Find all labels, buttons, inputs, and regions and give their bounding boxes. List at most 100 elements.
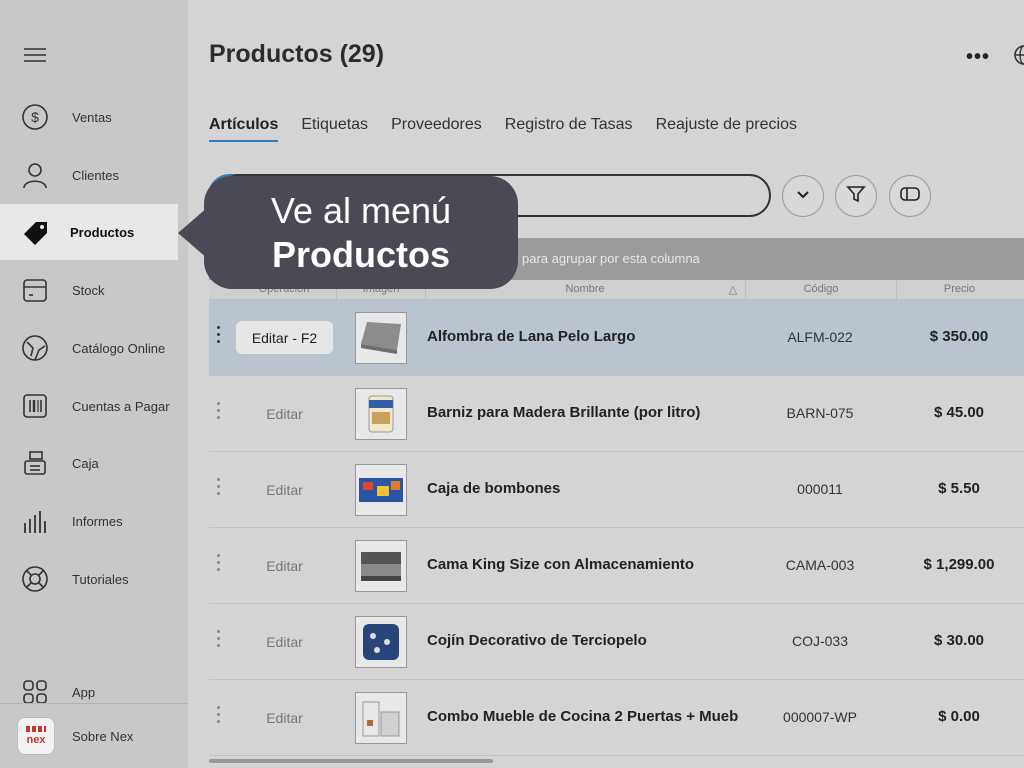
callout-line-1: Ve al menú	[270, 190, 452, 231]
product-price: $ 30.00	[933, 632, 985, 649]
chevron-down-icon	[795, 186, 811, 207]
svg-text:$: $	[31, 109, 39, 125]
cash-register-icon	[20, 448, 50, 478]
hamburger-menu-icon[interactable]	[24, 48, 46, 64]
table-row[interactable]: Editar Cojín Decorativo de Terciopelo CO…	[209, 604, 1024, 680]
nex-logo[interactable]: nex	[17, 717, 55, 755]
sidebar-item-label: Clientes	[72, 167, 119, 183]
edit-button[interactable]: Editar	[236, 397, 333, 430]
product-code: ALFM-022	[787, 329, 853, 345]
table-row[interactable]: Editar Cama King Size con Almacenamiento…	[209, 528, 1024, 604]
product-thumbnail	[355, 692, 407, 744]
table-row[interactable]: Editar - F2 Alfombra de Lana Pelo Largo …	[209, 300, 1024, 376]
product-thumbnail	[355, 388, 407, 440]
product-thumbnail	[355, 540, 407, 592]
edit-button[interactable]: Editar	[236, 473, 333, 506]
product-price: $ 350.00	[929, 328, 989, 345]
group-bar-text: para agrupar por esta columna	[522, 251, 700, 266]
globe-icon[interactable]	[1013, 44, 1024, 66]
product-thumbnail	[355, 616, 407, 668]
more-options-icon[interactable]: •••	[966, 46, 990, 69]
nex-logo-text: nex	[26, 734, 46, 746]
sidebar-item-catalogo-online[interactable]: Catálogo Online	[0, 320, 188, 376]
row-menu-icon[interactable]	[217, 326, 221, 347]
barcode-icon	[20, 391, 50, 421]
edit-button[interactable]: Editar	[236, 549, 333, 582]
main-content: Productos (29) ••• Artículos Etiquetas P…	[188, 0, 1024, 768]
table-row[interactable]: Editar Combo Mueble de Cocina 2 Puertas …	[209, 680, 1024, 756]
tag-icon	[20, 217, 50, 247]
filter-button[interactable]	[835, 175, 877, 217]
product-price: $ 1,299.00	[923, 556, 995, 573]
product-code: CAMA-003	[785, 557, 855, 573]
bar-chart-icon	[20, 506, 50, 536]
sidebar-item-label: Cuentas a Pagar	[72, 398, 170, 414]
user-icon	[20, 160, 50, 190]
sidebar-item-cuentas-a-pagar[interactable]: Cuentas a Pagar	[0, 378, 188, 434]
sidebar-panel-icon	[899, 185, 921, 208]
product-thumbnail	[355, 464, 407, 516]
product-price: $ 45.00	[933, 404, 985, 421]
expand-dropdown-button[interactable]	[782, 175, 824, 217]
product-name: Alfombra de Lana Pelo Largo	[427, 328, 636, 345]
row-menu-icon[interactable]	[217, 630, 221, 651]
tab-bar: Artículos Etiquetas Proveedores Registro…	[209, 116, 820, 142]
product-name: Caja de bombones	[427, 480, 561, 497]
sidebar-item-caja[interactable]: Caja	[0, 435, 188, 491]
box-icon	[20, 275, 50, 305]
callout-line-2: Productos	[271, 234, 450, 275]
sidebar-item-label: Informes	[72, 513, 123, 529]
globe-leaf-icon	[20, 333, 50, 363]
tab-articulos[interactable]: Artículos	[209, 116, 279, 142]
tab-etiquetas[interactable]: Etiquetas	[301, 116, 368, 142]
sidebar-item-informes[interactable]: Informes	[0, 493, 188, 549]
product-name: Barniz para Madera Brillante (por litro)	[427, 404, 701, 421]
lifebuoy-icon	[20, 564, 50, 594]
edit-button[interactable]: Editar	[236, 701, 333, 734]
product-thumbnail	[355, 312, 407, 364]
edit-button[interactable]: Editar	[236, 625, 333, 658]
sort-ascending-icon[interactable]: △	[726, 283, 740, 296]
table-row[interactable]: Editar Barniz para Madera Brillante (por…	[209, 376, 1024, 452]
tab-proveedores[interactable]: Proveedores	[391, 116, 482, 142]
row-menu-icon[interactable]	[217, 402, 221, 423]
product-name: Cama King Size con Almacenamiento	[427, 556, 695, 573]
sidebar-item-label: Sobre Nex	[72, 728, 134, 744]
product-price: $ 5.50	[938, 480, 980, 497]
sidebar: $ Ventas Clientes Productos Stock Catálo…	[0, 0, 188, 768]
sidebar-item-label: App	[72, 684, 96, 700]
sidebar-item-label: Catálogo Online	[72, 340, 166, 356]
row-menu-icon[interactable]	[217, 706, 221, 727]
tab-reajuste-de-precios[interactable]: Reajuste de precios	[656, 116, 797, 142]
sidebar-item-label: Ventas	[72, 109, 112, 125]
sidebar-item-label: Tutoriales	[72, 571, 129, 587]
sidebar-item-productos[interactable]: Productos	[0, 204, 178, 260]
sidebar-item-label: Stock	[72, 282, 105, 298]
product-name: Combo Mueble de Cocina 2 Puertas + Mueb	[427, 708, 739, 725]
product-code: 000011	[797, 481, 843, 497]
product-price: $ 0.00	[938, 708, 980, 725]
horizontal-scrollbar[interactable]	[209, 759, 493, 763]
dollar-circle-icon: $	[20, 102, 50, 132]
sidebar-item-stock[interactable]: Stock	[0, 262, 188, 318]
tab-registro-de-tasas[interactable]: Registro de Tasas	[505, 116, 633, 142]
sidebar-item-label: Productos	[70, 224, 135, 240]
tutorial-callout: Ve al menú Productos	[204, 176, 518, 289]
sidebar-item-label: Caja	[72, 455, 99, 471]
product-code: BARN-075	[786, 405, 854, 421]
row-menu-icon[interactable]	[217, 554, 221, 575]
sidebar-item-clientes[interactable]: Clientes	[0, 147, 188, 203]
columns-toggle-button[interactable]	[889, 175, 931, 217]
sidebar-item-ventas[interactable]: $ Ventas	[0, 89, 188, 145]
sidebar-divider	[0, 703, 188, 704]
edit-button[interactable]: Editar - F2	[236, 321, 333, 354]
column-header-precio[interactable]: Precio	[897, 283, 1022, 295]
product-code: 000007-WP	[783, 709, 857, 725]
table-row[interactable]: Editar Caja de bombones 000011 $ 5.50	[209, 452, 1024, 528]
column-header-codigo[interactable]: Código	[746, 283, 896, 295]
row-menu-icon[interactable]	[217, 478, 221, 499]
product-name: Cojín Decorativo de Terciopelo	[427, 632, 647, 649]
product-code: COJ-033	[791, 633, 849, 649]
sidebar-item-tutoriales[interactable]: Tutoriales	[0, 551, 188, 607]
filter-icon	[846, 184, 866, 209]
